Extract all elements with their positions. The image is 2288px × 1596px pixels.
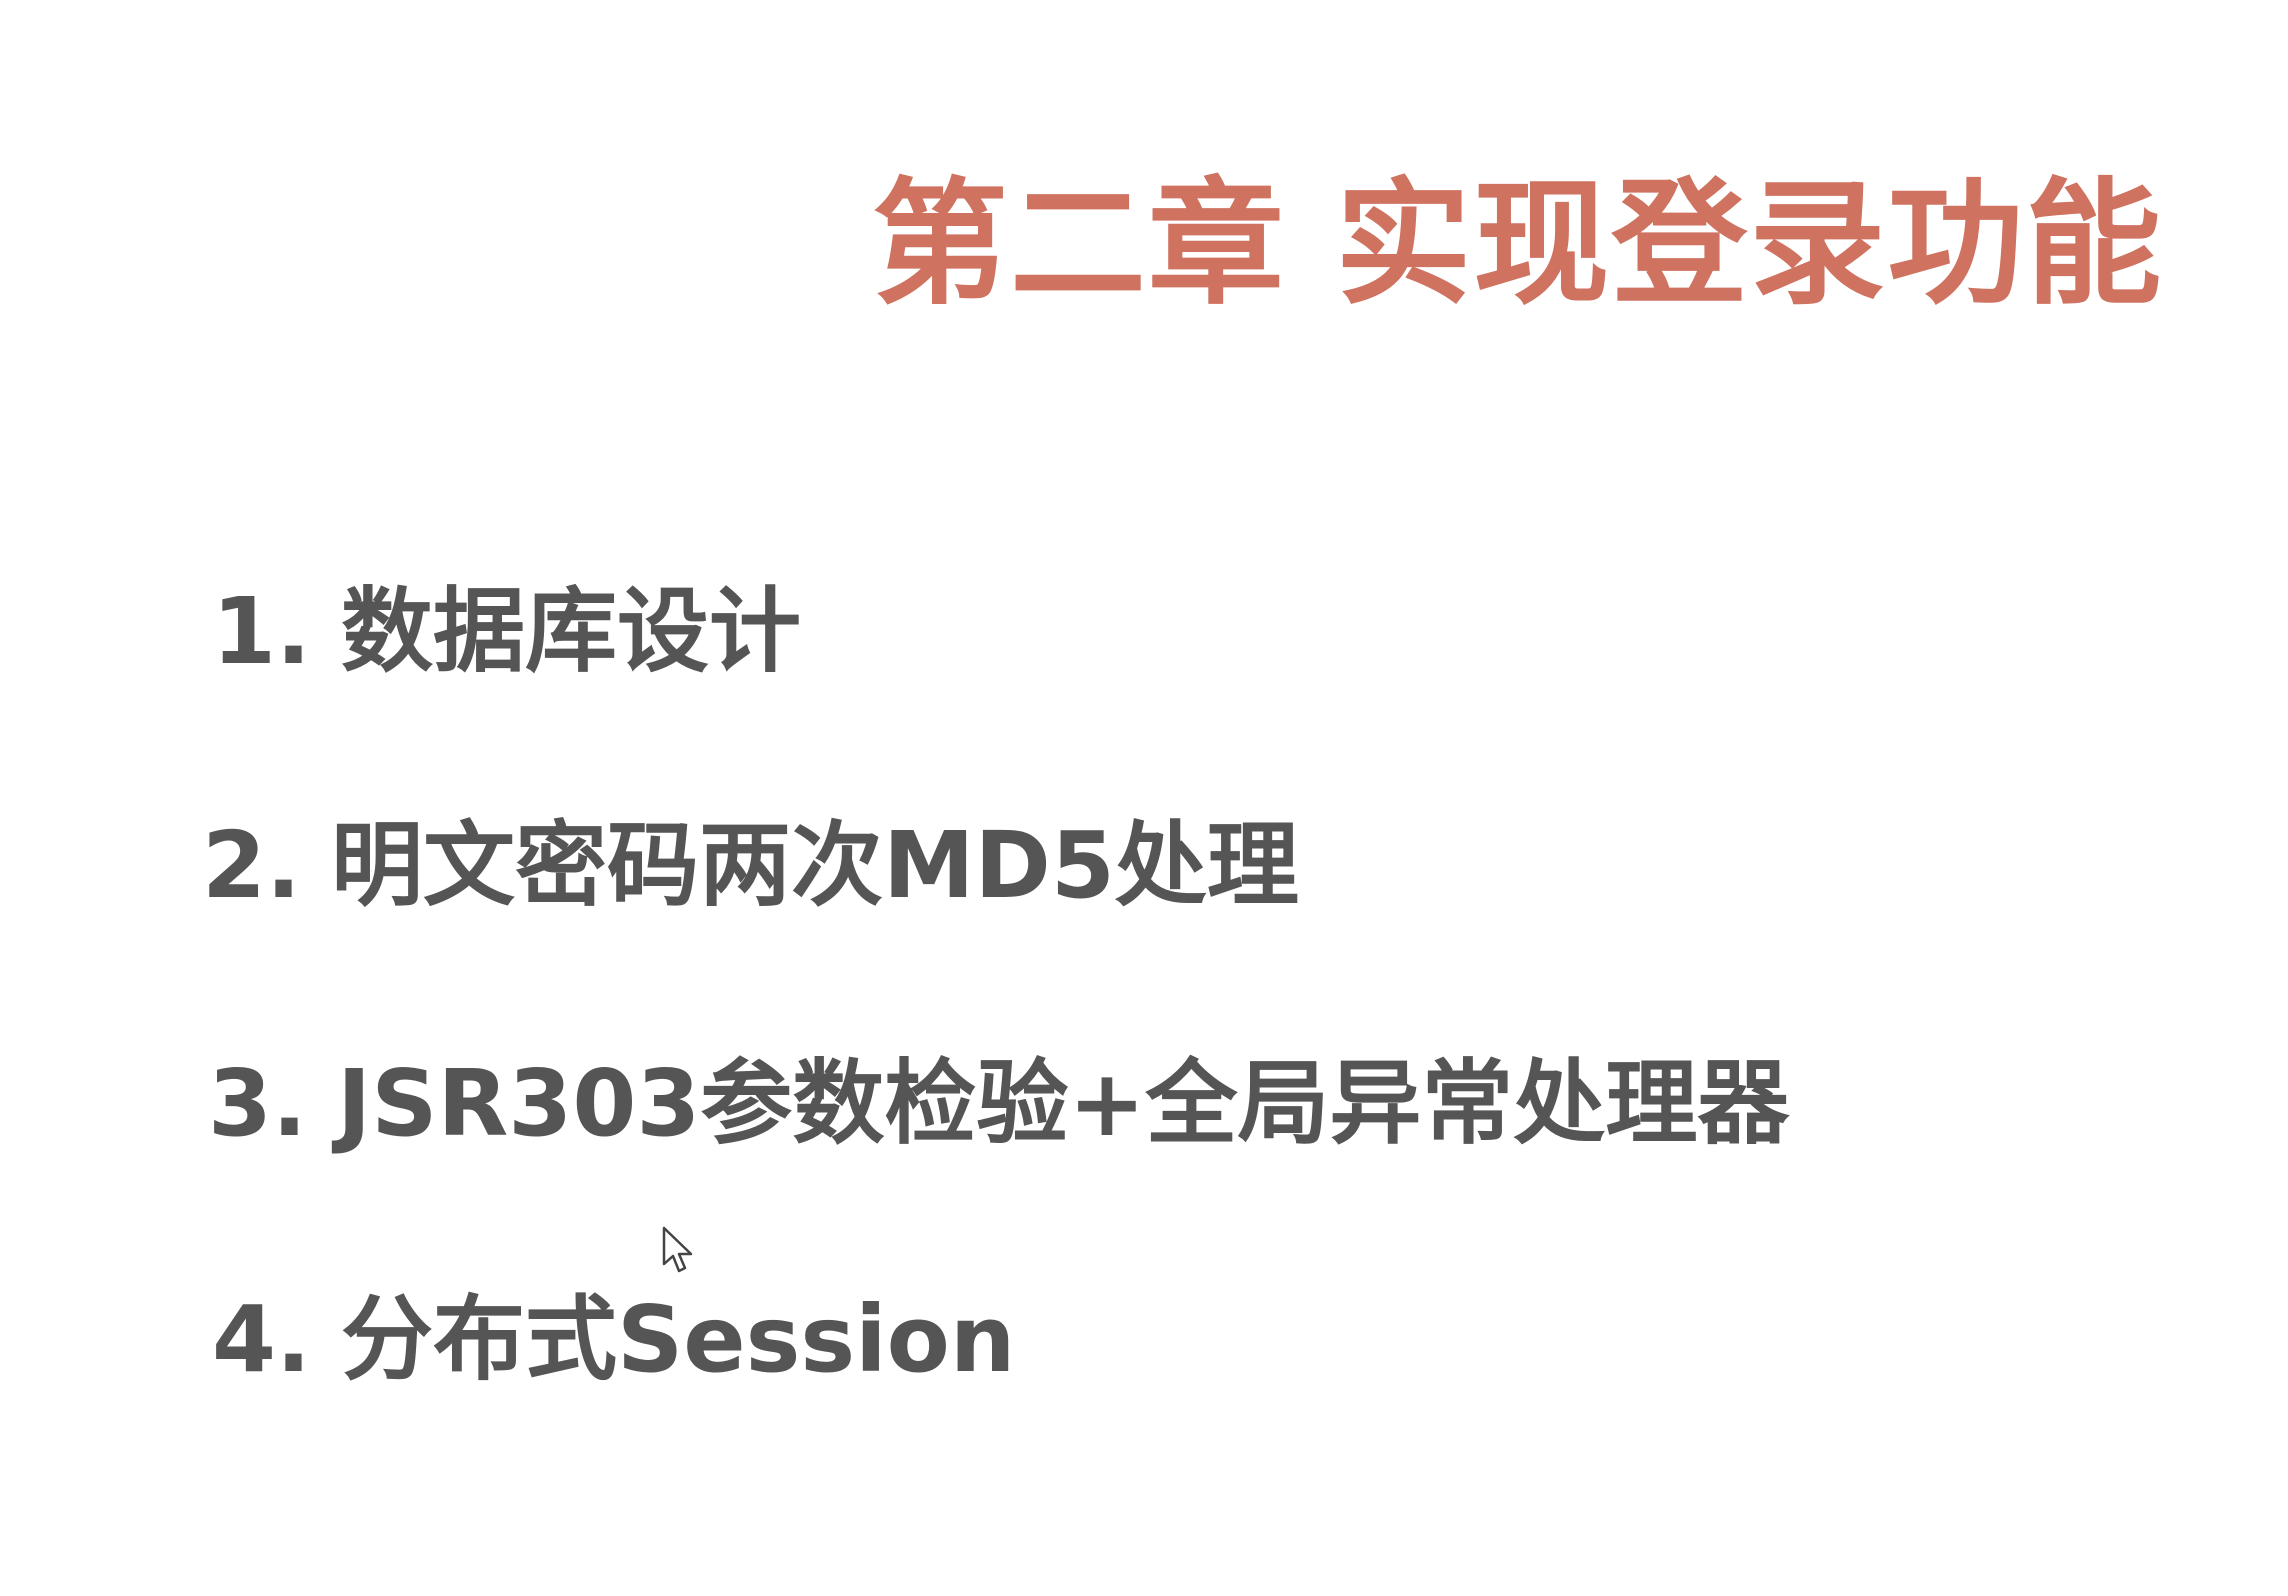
list-item-number: 1. — [212, 578, 311, 685]
mouse-pointer-icon — [662, 1226, 693, 1273]
list-item: 3. JSR303参数检验+全局异常处理器 — [208, 1044, 1808, 1164]
list-item: 4. 分布式Session — [212, 1280, 1812, 1400]
slide-title: 第二章 实现登录功能 — [872, 166, 2164, 324]
list-item-text: JSR303参数检验+全局异常处理器 — [336, 1050, 1790, 1157]
list-item-text: 数据库设计 — [340, 578, 801, 685]
list-item-number: 3. — [208, 1050, 307, 1157]
list-item-text: 分布式Session — [340, 1286, 1016, 1393]
list-item: 1. 数据库设计 — [212, 572, 1812, 692]
list-item: 2. 明文密码两次MD5处理 — [202, 806, 1802, 926]
slide: 第二章 实现登录功能 1. 数据库设计 2. 明文密码两次MD5处理 3. JSR30… — [0, 0, 2288, 1596]
list-item-text: 明文密码两次MD5处理 — [330, 812, 1299, 919]
list-item-number: 4. — [212, 1286, 311, 1393]
list-item-number: 2. — [202, 812, 301, 919]
